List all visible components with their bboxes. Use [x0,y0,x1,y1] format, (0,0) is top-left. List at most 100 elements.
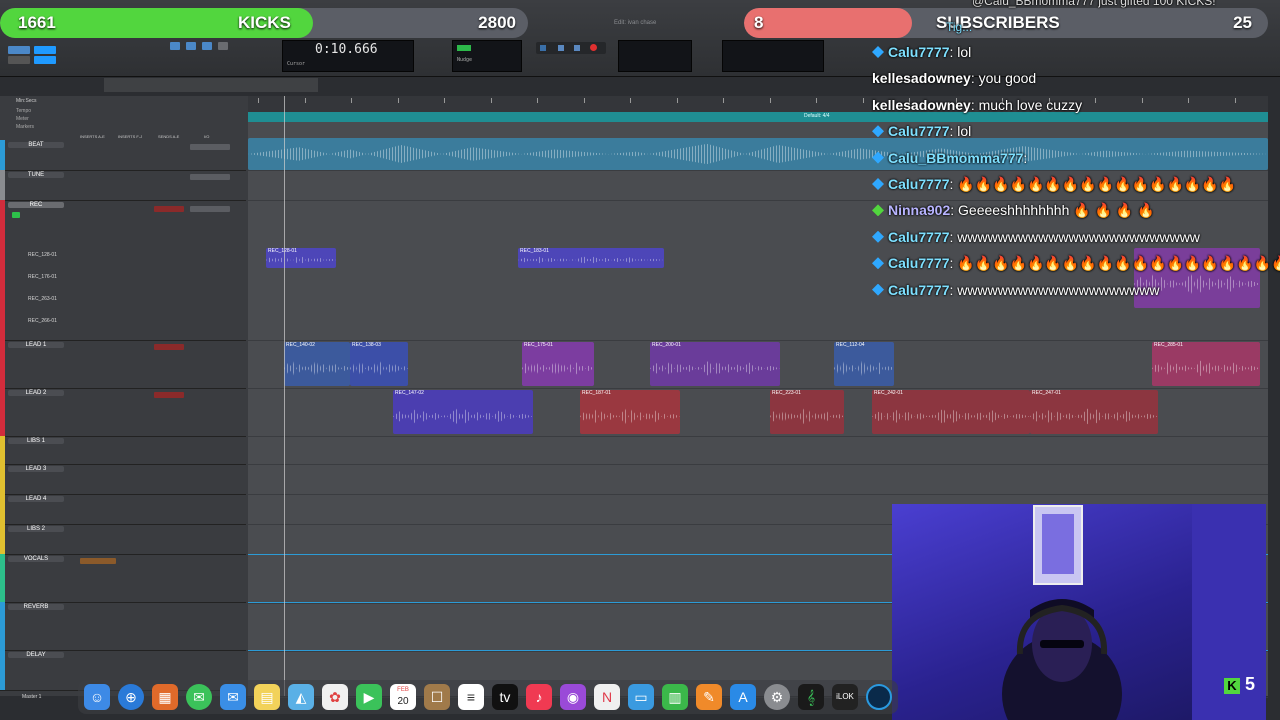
count-off-panel[interactable] [618,40,692,72]
messages-icon[interactable]: ✉ [186,684,212,710]
track-name[interactable]: LIBS 2 [8,526,64,532]
spot-mode-button[interactable] [34,56,56,64]
track-name[interactable]: LIBS 1 [8,438,64,444]
track-header-lead1[interactable]: LEAD 1 [0,340,246,389]
universe-overview[interactable] [104,78,318,92]
track-header-libs2[interactable]: LIBS 2 [0,524,246,555]
lead2-clip[interactable]: REC_147-02 [393,390,533,434]
contacts-icon[interactable]: ☐ [424,684,450,710]
chat-username[interactable]: Calu7777 [888,255,949,271]
system-settings-icon[interactable]: ⚙ [764,684,790,710]
record-arm-button[interactable] [12,212,20,218]
track-name[interactable]: LEAD 2 [8,390,64,396]
chat-username[interactable]: kellesadowney [872,70,971,86]
lead1-clip[interactable]: REC_175-01 [522,342,594,386]
trim-tool-icon[interactable] [186,42,196,50]
mail-icon[interactable]: ✉ [220,684,246,710]
nudge-counter[interactable]: Nudge [452,40,522,72]
pages-icon[interactable]: ✎ [696,684,722,710]
lead2-clip[interactable]: REC_242-01 [872,390,1030,434]
record-button[interactable] [590,44,597,51]
return-to-zero-button[interactable] [540,45,546,51]
track-header-beat[interactable]: BEAT [0,140,246,171]
zoom-tool-icon[interactable] [170,42,180,50]
transport-controls[interactable] [536,42,606,54]
track-header-libs1[interactable]: LIBS 1 [0,436,246,465]
track-name[interactable]: VOCALS [8,556,64,562]
output-selector[interactable] [190,206,230,212]
news-icon[interactable]: N [594,684,620,710]
finder-icon[interactable]: ☺ [84,684,110,710]
track-name[interactable]: BEAT [8,142,64,148]
output-selector[interactable] [190,174,230,180]
lane-lead1[interactable]: REC_140-02 REC_138-03 REC_175-01 REC_200… [248,340,1268,389]
track-header-vocals[interactable]: VOCALS [0,554,246,603]
chat-username[interactable]: Calu7777 [888,123,949,139]
track-name[interactable]: DELAY [8,652,64,658]
lead1-clip[interactable]: REC_140-02 [284,342,350,386]
lane-lead2[interactable]: REC_147-02 REC_187-01 REC_223-01 REC_242… [248,388,1268,437]
ilok-icon[interactable]: iLOK [832,684,858,710]
play-button[interactable] [574,45,580,51]
facetime-icon[interactable]: ▶ [356,684,382,710]
track-name[interactable]: LEAD 3 [8,466,64,472]
grabber-tool-icon[interactable] [218,42,228,50]
chat-username[interactable]: Ninna902 [888,202,950,218]
reverb-send[interactable] [154,344,184,350]
track-name[interactable]: LEAD 1 [8,342,64,348]
maps-icon[interactable]: ◭ [288,684,314,710]
obs-icon[interactable] [866,684,892,710]
lead1-clip[interactable]: REC_112-04 [834,342,894,386]
lead2-clip[interactable]: REC_187-01 [580,390,680,434]
numbers-icon[interactable]: ▥ [662,684,688,710]
track-name[interactable]: REVERB [8,604,64,610]
lead2-clip[interactable]: REC_223-01 [770,390,844,434]
lane-lead3[interactable] [248,464,1268,495]
grid-nudge-panel[interactable] [722,40,824,72]
chat-username[interactable]: Calu_BBmomma777 [888,150,1023,166]
keynote-icon[interactable]: ▭ [628,684,654,710]
chat-username[interactable]: Calu7777 [888,282,949,298]
chat-username[interactable]: Calu7777 [888,176,949,192]
track-header-rec[interactable]: REC REC_128-01 REC_176-01 REC_263-01 REC… [0,200,246,341]
master-track-name[interactable]: Master 1 [22,694,41,700]
launchpad-icon[interactable]: ▦ [152,684,178,710]
playhead-cursor[interactable] [284,96,285,696]
app-store-icon[interactable]: A [730,684,756,710]
lead1-clip[interactable]: REC_200-01 [650,342,780,386]
track-name[interactable]: LEAD 4 [8,496,64,502]
pro-tools-icon[interactable]: 𝄞 [798,684,824,710]
shuffle-mode-button[interactable] [8,46,30,54]
grid-mode-button[interactable] [34,46,56,54]
insert-slot[interactable] [80,558,116,564]
chat-username[interactable]: kellesadowney [872,97,971,113]
reverb-send[interactable] [154,392,184,398]
calendar-icon[interactable]: FEB 20 [390,684,416,710]
reminders-icon[interactable]: ≡ [458,684,484,710]
apple-tv-icon[interactable]: tv [492,684,518,710]
lead1-clip[interactable]: REC_285-01 [1152,342,1260,386]
stop-button[interactable] [558,45,564,51]
output-selector[interactable] [190,144,230,150]
track-header-lead2[interactable]: LEAD 2 [0,388,246,437]
track-name[interactable]: TUNE [8,172,64,178]
lead1-clip[interactable]: REC_138-03 [350,342,408,386]
reverb-send[interactable] [154,206,184,212]
track-name[interactable]: REC [8,202,64,208]
track-header-lead3[interactable]: LEAD 3 [0,464,246,495]
main-counter[interactable]: 0:10.666 Cursor [282,40,414,72]
selector-tool-icon[interactable] [202,42,212,50]
chat-username[interactable]: Calu7777 [888,229,949,245]
slip-mode-button[interactable] [8,56,30,64]
notes-icon[interactable]: ▤ [254,684,280,710]
music-icon[interactable]: ♪ [526,684,552,710]
podcasts-icon[interactable]: ◉ [560,684,586,710]
photos-icon[interactable]: ✿ [322,684,348,710]
track-header-lead4[interactable]: LEAD 4 [0,494,246,525]
rec-clip[interactable]: REC_183-01 [518,248,664,268]
track-header-tune[interactable]: TUNE [0,170,246,201]
lead2-clip[interactable]: REC_247-01 [1030,390,1158,434]
rec-clip[interactable]: REC_128-01 [266,248,336,268]
lane-libs1[interactable] [248,436,1268,465]
track-header-reverb[interactable]: REVERB [0,602,246,651]
